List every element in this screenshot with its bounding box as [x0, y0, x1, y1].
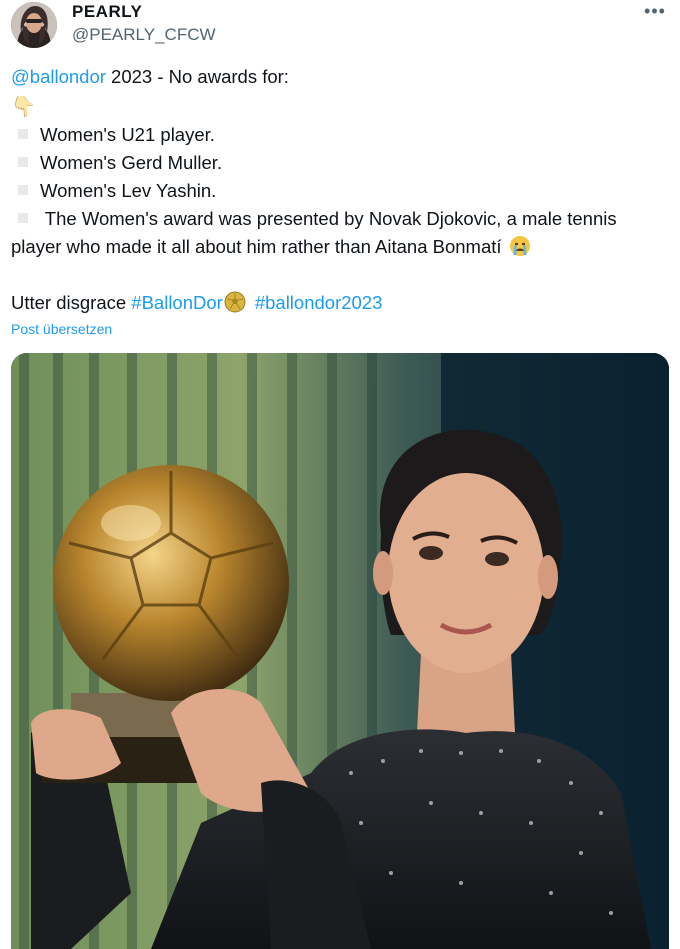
closing-text: Utter disgrace: [11, 292, 132, 313]
bullet-icon: [18, 213, 28, 224]
list-item: Women's U21 player.: [18, 124, 215, 146]
intro-text: 2023 - No awards for:: [105, 66, 289, 87]
profile-avatar[interactable]: [11, 2, 57, 48]
continuation-line: player who made it all about him rather …: [11, 236, 531, 259]
tweet-intro-line: @ballondor 2023 - No awards for:: [11, 66, 289, 88]
user-handle[interactable]: @PEARLY_CFCW: [72, 25, 216, 45]
mention-link[interactable]: @ballondor: [11, 66, 106, 87]
list-item: Women's Lev Yashin.: [18, 180, 216, 202]
list-item-text: Women's U21 player.: [40, 124, 215, 145]
list-item: The Women's award was presented by Novak…: [18, 208, 617, 230]
hashtag-link[interactable]: #ballondor2023: [255, 292, 383, 313]
crying-face-icon: [509, 235, 531, 257]
hashtag-link[interactable]: #BallonDor: [131, 292, 223, 313]
translate-post-link[interactable]: Post übersetzen: [11, 321, 112, 337]
bullet-icon: [18, 157, 28, 168]
bullet-icon: [18, 129, 28, 140]
display-name[interactable]: PEARLY: [72, 2, 142, 22]
bullet-icon: [18, 185, 28, 196]
list-item-text: The Women's award was presented by Novak…: [40, 208, 617, 229]
tweet-photo[interactable]: [11, 353, 669, 949]
tweet-card: PEARLY @PEARLY_CFCW ••• @ballondor 2023 …: [0, 0, 680, 949]
list-item-text: Women's Gerd Muller.: [40, 152, 223, 173]
golden-ball-icon: [224, 291, 246, 313]
closing-line: Utter disgrace #BallonDor #ballondor2023: [11, 291, 383, 315]
more-options-button[interactable]: •••: [640, 0, 670, 24]
continuation-text: player who made it all about him rather …: [11, 236, 502, 257]
list-item-text: Women's Lev Yashin.: [40, 180, 217, 201]
pointing-down-icon: 👇: [11, 96, 36, 118]
list-item: Women's Gerd Muller.: [18, 152, 222, 174]
